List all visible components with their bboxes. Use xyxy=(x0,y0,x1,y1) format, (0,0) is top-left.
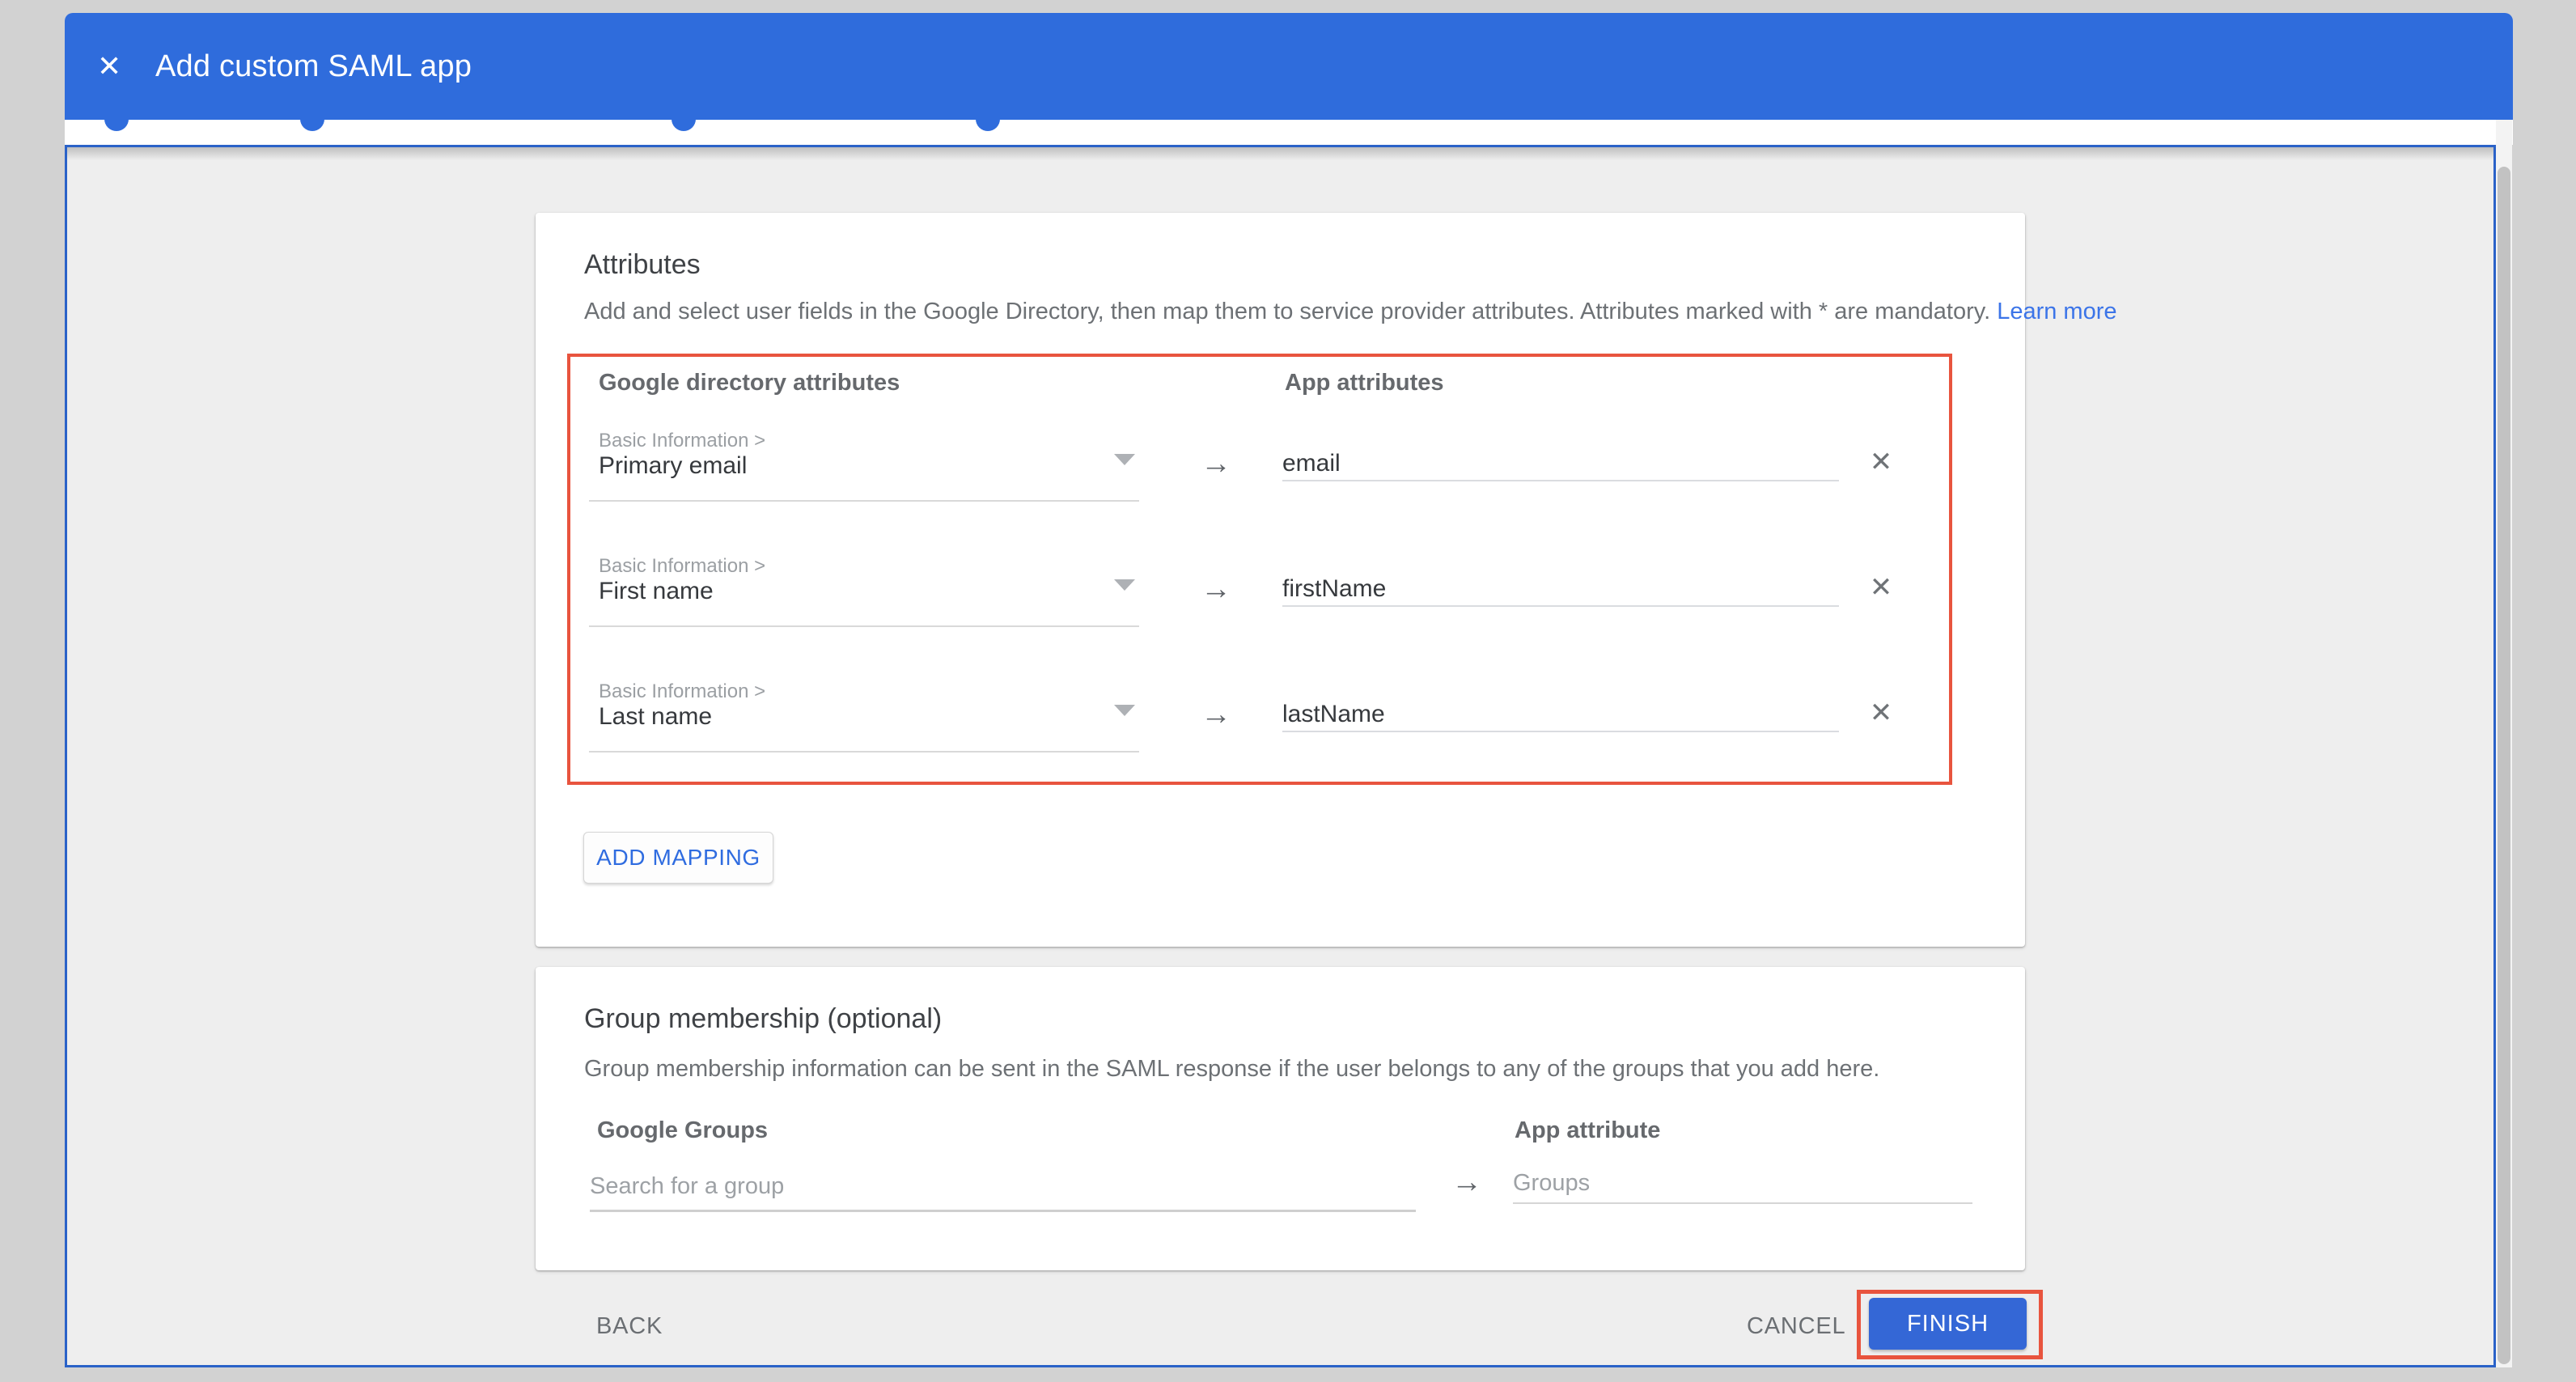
group-membership-title: Group membership (optional) xyxy=(584,1003,942,1035)
groups-attribute-input[interactable] xyxy=(1513,1164,1972,1204)
remove-mapping-icon[interactable]: ✕ xyxy=(1858,570,1904,605)
learn-more-link[interactable]: Learn more xyxy=(1997,299,2116,324)
map-arrow-icon: → xyxy=(1180,571,1252,607)
finish-button[interactable]: FINISH xyxy=(1869,1298,2027,1350)
app-attribute-input[interactable] xyxy=(1282,698,1839,732)
google-groups-label: Google Groups xyxy=(597,1117,768,1144)
google-attribute-select[interactable]: First name xyxy=(599,578,714,605)
dialog-content: Attributes Add and select user fields in… xyxy=(65,145,2496,1367)
app-attribute-input[interactable] xyxy=(1282,447,1839,481)
google-attribute-select[interactable]: Primary email xyxy=(599,452,747,480)
cancel-button[interactable]: CANCEL xyxy=(1747,1313,1845,1340)
group-search-input[interactable] xyxy=(590,1164,1416,1212)
app-attribute-input[interactable] xyxy=(1282,573,1839,607)
mapping-row-category: Basic Information > xyxy=(599,430,765,452)
scrollbar-thumb[interactable] xyxy=(2498,167,2510,1364)
attributes-title: Attributes xyxy=(584,249,701,281)
attributes-description-text: Add and select user fields in the Google… xyxy=(584,299,1997,324)
select-underline xyxy=(589,751,1139,752)
mapping-annotation-box: Google directory attributes App attribut… xyxy=(567,354,1952,785)
mapping-row-category: Basic Information > xyxy=(599,555,765,578)
remove-mapping-icon[interactable]: ✕ xyxy=(1858,444,1904,480)
dropdown-arrow-icon[interactable] xyxy=(1114,705,1135,716)
select-underline xyxy=(589,500,1139,502)
google-attribute-select[interactable]: Last name xyxy=(599,703,712,731)
add-custom-saml-app-dialog: ✕ Add custom SAML app Attributes Add and… xyxy=(0,0,2576,1382)
group-membership-description: Group membership information can be sent… xyxy=(584,1056,1879,1083)
google-directory-attributes-header: Google directory attributes xyxy=(599,370,900,396)
mapping-row-category: Basic Information > xyxy=(599,680,765,703)
dropdown-arrow-icon[interactable] xyxy=(1114,454,1135,465)
app-attributes-header: App attributes xyxy=(1285,370,1444,396)
stepper-strip xyxy=(65,120,2513,145)
select-underline xyxy=(589,625,1139,627)
remove-mapping-icon[interactable]: ✕ xyxy=(1858,695,1904,731)
attributes-description: Add and select user fields in the Google… xyxy=(584,299,2117,325)
dialog-header: ✕ Add custom SAML app xyxy=(65,13,2513,120)
map-arrow-icon: → xyxy=(1180,697,1252,732)
dialog-title: Add custom SAML app xyxy=(155,49,472,84)
close-icon[interactable]: ✕ xyxy=(97,52,133,81)
back-button[interactable]: BACK xyxy=(596,1313,663,1340)
group-membership-card: Group membership (optional) Group member… xyxy=(536,967,2025,1270)
attributes-card: Attributes Add and select user fields in… xyxy=(536,213,2025,947)
map-arrow-icon: → xyxy=(1180,446,1252,481)
app-attribute-label: App attribute xyxy=(1515,1117,1660,1144)
dropdown-arrow-icon[interactable] xyxy=(1114,579,1135,591)
add-mapping-button[interactable]: ADD MAPPING xyxy=(583,832,773,884)
map-arrow-icon: → xyxy=(1430,1164,1503,1200)
